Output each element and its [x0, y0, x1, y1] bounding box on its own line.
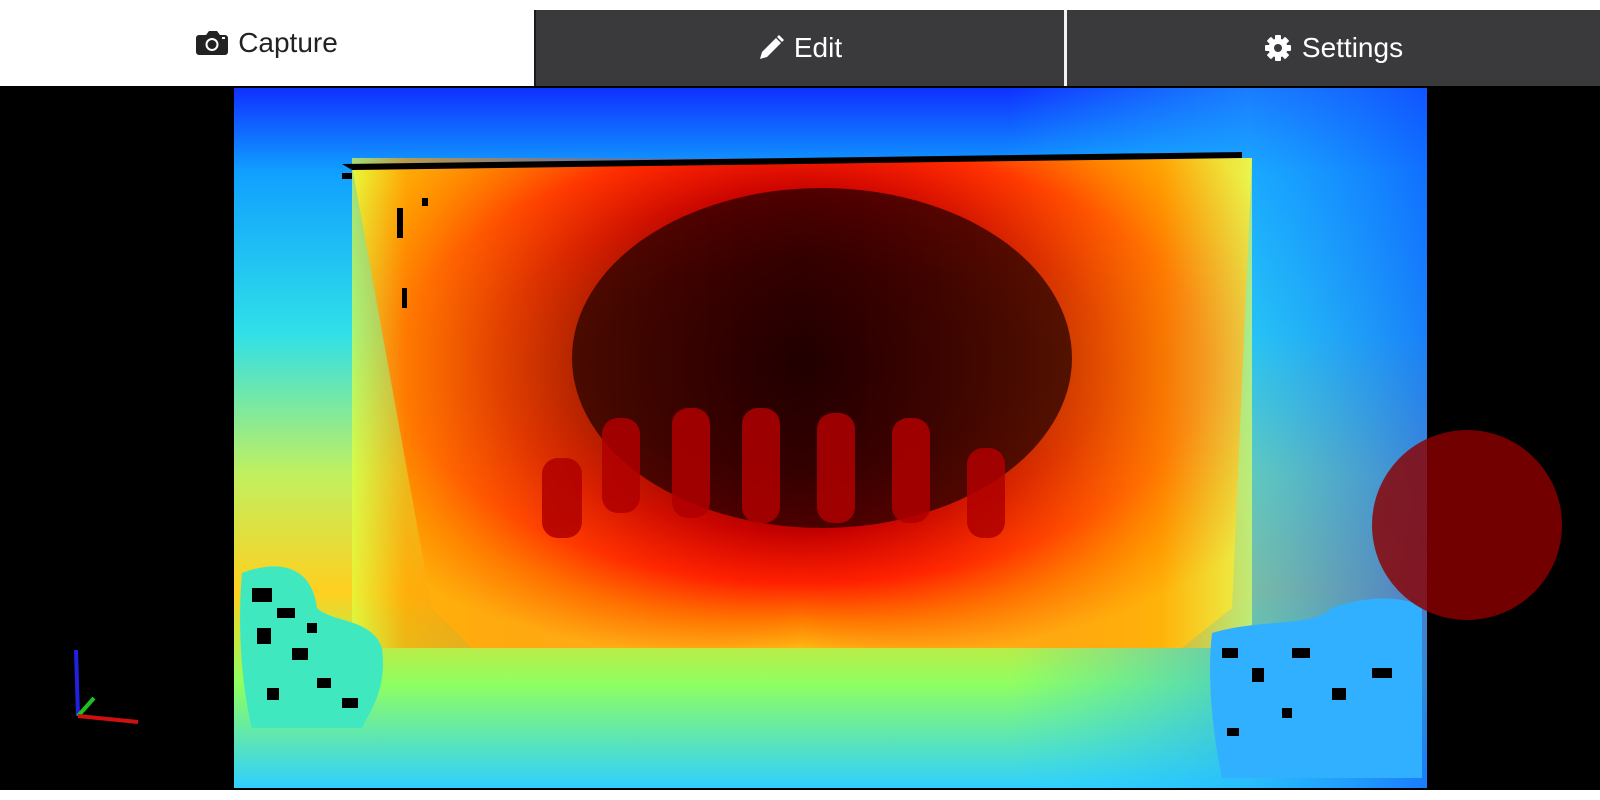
gear-icon [1264, 34, 1292, 62]
tab-settings-label: Settings [1301, 32, 1404, 63]
tab-bar: Capture Edit Settings [0, 0, 1600, 86]
axis-z-icon [74, 649, 80, 717]
tab-edit[interactable]: Edit [534, 10, 1064, 86]
depth-map-image [222, 88, 1427, 788]
axis-gizmo-icon [74, 649, 139, 724]
tab-capture[interactable]: Capture [0, 0, 534, 86]
tab-settings[interactable]: Settings [1064, 10, 1600, 86]
axis-y-icon [76, 696, 96, 718]
bottom-border [0, 790, 1600, 800]
tab-edit-label: Edit [793, 32, 843, 63]
tab-capture-label: Capture [238, 27, 338, 58]
axis-x-icon [77, 714, 139, 724]
depth-capture-app: Capture Edit Settings [0, 0, 1600, 800]
depth-viewport[interactable] [0, 86, 1600, 790]
pencil-icon [758, 35, 784, 61]
record-button[interactable] [1372, 430, 1562, 620]
camera-icon [196, 30, 229, 56]
